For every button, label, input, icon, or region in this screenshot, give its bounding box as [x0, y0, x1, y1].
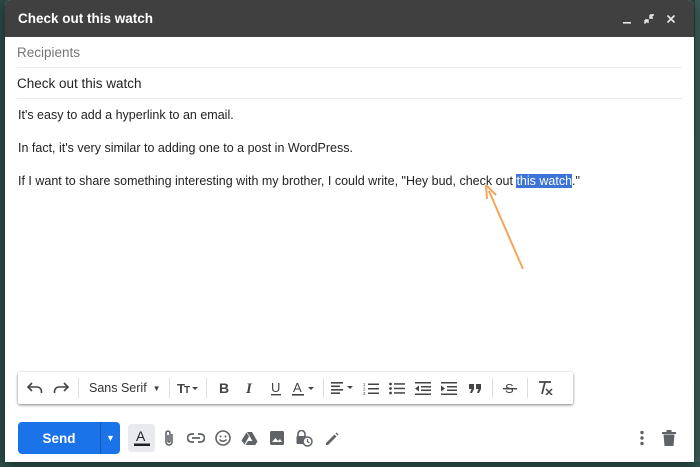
indent-less-icon[interactable] [410, 375, 436, 401]
font-family-value: Sans Serif [89, 381, 147, 395]
insert-emoji-icon[interactable] [209, 424, 236, 452]
exit-fullscreen-icon[interactable] [638, 8, 660, 30]
svg-text:B: B [219, 381, 229, 395]
more-options-icon[interactable] [628, 424, 655, 452]
toolbar-divider [526, 378, 528, 398]
confidential-mode-icon[interactable] [290, 424, 317, 452]
annotation-arrow-icon [485, 184, 524, 270]
body-paragraph-2: In fact, it's very similar to adding one… [18, 141, 353, 155]
toolbar-divider [205, 378, 207, 398]
chevron-down-icon: ▼ [152, 383, 161, 393]
compose-window: Check out this watch Recipients Check ou… [5, 0, 694, 462]
svg-text:U: U [271, 381, 280, 395]
compose-titlebar[interactable]: Check out this watch [5, 0, 694, 37]
toolbar-divider [168, 378, 170, 398]
toolbar-divider [322, 378, 324, 398]
send-button[interactable]: Send [18, 422, 100, 454]
bottom-right-actions [628, 424, 682, 452]
toolbar-divider [78, 378, 79, 398]
align-icon[interactable] [328, 375, 358, 401]
body-text-end: ." [572, 174, 580, 188]
formatting-toolbar: Sans Serif ▼ TT B I U A 123 [18, 372, 573, 404]
insert-photo-icon[interactable] [263, 424, 290, 452]
close-icon[interactable] [660, 8, 682, 30]
italic-icon[interactable]: I [237, 375, 263, 401]
font-family-select[interactable]: Sans Serif ▼ [83, 375, 165, 401]
text-color-icon[interactable]: A [289, 375, 319, 401]
subject-field[interactable]: Check out this watch [17, 68, 682, 99]
svg-text:A: A [293, 381, 302, 395]
formatting-options-icon[interactable]: A [128, 424, 155, 452]
send-options-button[interactable]: ▼ [100, 422, 120, 454]
insert-link-icon[interactable] [182, 424, 209, 452]
desktop-background-right [695, 0, 700, 467]
font-size-icon[interactable]: TT [174, 375, 202, 401]
redo-icon[interactable] [48, 375, 74, 401]
body-paragraph-3: If I want to share something interesting… [18, 174, 681, 188]
strikethrough-icon[interactable]: S [497, 375, 523, 401]
underline-icon[interactable]: U [263, 375, 289, 401]
attach-file-icon[interactable] [155, 424, 182, 452]
recipients-placeholder: Recipients [17, 44, 81, 60]
chevron-down-icon: ▼ [106, 433, 115, 443]
bulleted-list-icon[interactable] [384, 375, 410, 401]
desktop-background-bottom [0, 462, 700, 467]
quote-icon[interactable] [462, 375, 488, 401]
body-text: If I want to share something interesting… [18, 174, 517, 188]
toolbar-divider [491, 378, 493, 398]
recipients-field[interactable]: Recipients [17, 37, 682, 68]
message-body[interactable]: It's easy to add a hyperlink to an email… [5, 99, 694, 188]
send-label: Send [42, 430, 76, 446]
remove-formatting-icon[interactable] [532, 375, 558, 401]
indent-more-icon[interactable] [436, 375, 462, 401]
compose-bottom-bar: Send ▼ A [5, 418, 694, 458]
svg-text:I: I [245, 381, 253, 395]
undo-icon[interactable] [22, 375, 48, 401]
body-paragraph-1: It's easy to add a hyperlink to an email… [18, 108, 234, 122]
svg-text:3: 3 [363, 391, 366, 395]
svg-text:A: A [136, 429, 146, 444]
insert-signature-icon[interactable] [317, 424, 344, 452]
numbered-list-icon[interactable]: 123 [358, 375, 384, 401]
discard-draft-icon[interactable] [655, 424, 682, 452]
subject-value: Check out this watch [17, 75, 142, 91]
google-drive-icon[interactable] [236, 424, 263, 452]
compose-title: Check out this watch [18, 11, 154, 26]
minimize-icon[interactable] [616, 8, 638, 30]
bold-icon[interactable]: B [211, 375, 237, 401]
svg-text:T: T [184, 385, 190, 395]
